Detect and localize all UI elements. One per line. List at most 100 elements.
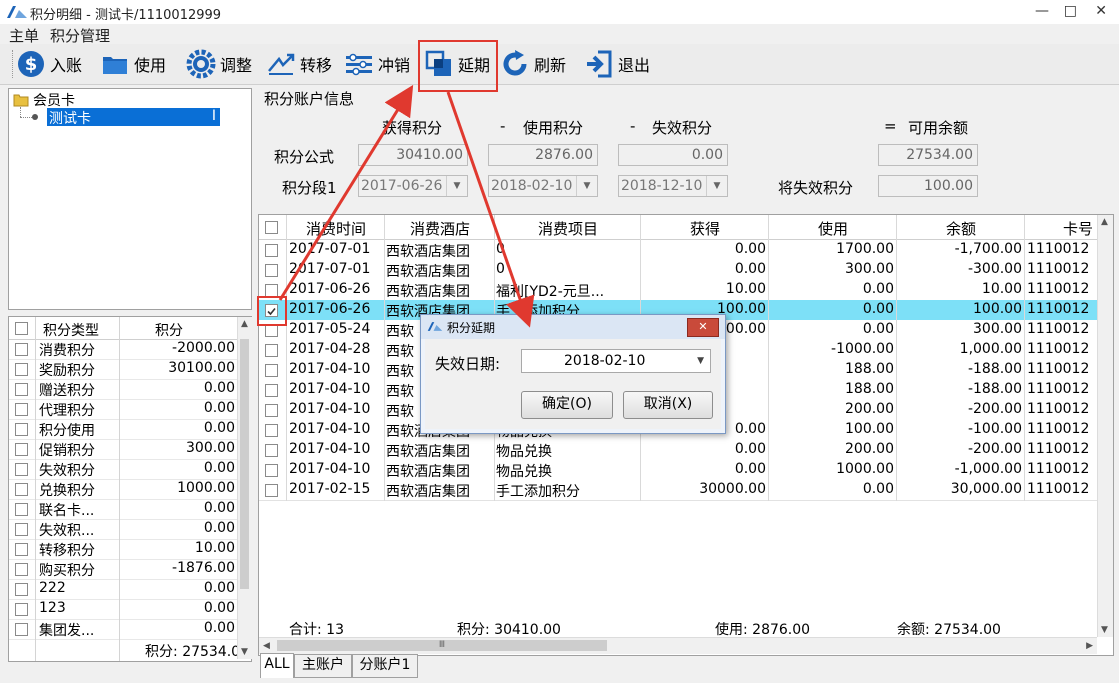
- scroll-thumb[interactable]: [240, 339, 249, 589]
- exit-button[interactable]: 退出: [584, 48, 650, 80]
- segment-end-select[interactable]: 2018-12-10 ▼: [618, 175, 728, 197]
- points-type-row[interactable]: 联名卡... 0.00: [9, 499, 237, 520]
- scroll-left-icon[interactable]: ◀: [263, 641, 270, 651]
- transfer-points-button[interactable]: 转移: [266, 48, 332, 80]
- annotation-checkbox-highlight: [257, 296, 287, 326]
- tab-main-account[interactable]: 主账户: [294, 654, 352, 678]
- chevron-down-icon[interactable]: ▼: [697, 350, 704, 372]
- row-checkbox[interactable]: [15, 383, 28, 396]
- points-type-row[interactable]: 集团发... 0.00: [9, 619, 237, 640]
- row-checkbox[interactable]: [265, 424, 278, 437]
- points-type-row[interactable]: 222 0.00: [9, 579, 237, 600]
- scroll-right-icon[interactable]: ▶: [1086, 641, 1093, 651]
- row-checkbox[interactable]: [265, 464, 278, 477]
- minimize-button[interactable]: —: [1035, 3, 1049, 19]
- post-points-button[interactable]: $ 入账: [16, 48, 82, 80]
- tab-all[interactable]: ALL: [260, 653, 294, 678]
- row-checkbox[interactable]: [15, 363, 28, 376]
- chevron-down-icon[interactable]: ▼: [576, 176, 597, 196]
- points-type-row[interactable]: 积分使用 0.00: [9, 419, 237, 440]
- points-type-row[interactable]: 消费积分 -2000.00: [9, 339, 237, 360]
- points-type-row[interactable]: 失效积... 0.00: [9, 519, 237, 540]
- grid-select-all-checkbox[interactable]: [265, 221, 278, 234]
- scroll-up-icon[interactable]: ▲: [241, 319, 248, 329]
- row-checkbox[interactable]: [15, 403, 28, 416]
- col-item[interactable]: 消费项目: [495, 218, 641, 239]
- chevron-down-icon[interactable]: ▼: [706, 176, 727, 196]
- points-type-row[interactable]: 促销积分 300.00: [9, 439, 237, 460]
- grid-vertical-scrollbar[interactable]: ▲ ▼: [1097, 215, 1113, 637]
- scroll-down-icon[interactable]: ▼: [1101, 625, 1108, 635]
- row-checkbox[interactable]: [265, 484, 278, 497]
- points-type-row[interactable]: 代理积分 0.00: [9, 399, 237, 420]
- offset-points-button[interactable]: 冲销: [344, 48, 410, 80]
- dialog-title-bar: 积分延期 ✕: [421, 315, 725, 339]
- chevron-down-icon[interactable]: ▼: [446, 176, 467, 196]
- points-types-scrollbar[interactable]: ▲ ▼: [237, 317, 252, 659]
- row-checkbox[interactable]: [15, 603, 28, 616]
- row-checkbox[interactable]: [265, 264, 278, 277]
- col-date[interactable]: 消费时间: [287, 218, 385, 239]
- tab-sub-account-1[interactable]: 分账户1: [352, 654, 418, 678]
- points-type-value: -1876.00: [172, 560, 235, 576]
- scroll-down-icon[interactable]: ▼: [241, 647, 248, 657]
- tree-node-test-card[interactable]: 测试卡 I: [47, 108, 220, 127]
- dialog-close-button[interactable]: ✕: [687, 318, 719, 337]
- expiry-date-select[interactable]: 2018-02-10 ▼: [521, 349, 711, 373]
- row-checkbox[interactable]: [15, 583, 28, 596]
- folder-icon: [13, 94, 29, 107]
- col-card-no[interactable]: 卡号: [1025, 218, 1097, 239]
- close-window-button[interactable]: ✕: [1095, 3, 1107, 19]
- points-type-row[interactable]: 购买积分 -1876.00: [9, 559, 237, 580]
- points-type-row[interactable]: 转移积分 10.00: [9, 539, 237, 560]
- points-type-row[interactable]: 123 0.00: [9, 599, 237, 620]
- row-checkbox[interactable]: [15, 423, 28, 436]
- row-checkbox[interactable]: [265, 244, 278, 257]
- row-checkbox[interactable]: [265, 444, 278, 457]
- col-hotel[interactable]: 消费酒店: [385, 218, 495, 239]
- cell-card-no: 1110012: [1027, 341, 1090, 357]
- grid-horizontal-scrollbar[interactable]: ◀ Ⅲ ▶: [259, 637, 1097, 654]
- points-type-name: 222: [39, 580, 66, 596]
- cancel-button[interactable]: 取消(X): [623, 391, 713, 419]
- minus-sign-1: -: [500, 117, 506, 135]
- points-type-row[interactable]: 奖励积分 30100.00: [9, 359, 237, 380]
- row-checkbox[interactable]: [15, 503, 28, 516]
- select-all-checkbox[interactable]: [15, 322, 28, 335]
- exit-icon: [587, 50, 612, 78]
- row-checkbox[interactable]: [15, 623, 28, 636]
- row-checkbox[interactable]: [265, 344, 278, 357]
- segment-start-select[interactable]: 2017-06-26 ▼: [358, 175, 468, 197]
- row-checkbox[interactable]: [15, 463, 28, 476]
- row-checkbox[interactable]: [15, 443, 28, 456]
- col-earned[interactable]: 获得: [641, 218, 769, 239]
- row-checkbox[interactable]: [15, 563, 28, 576]
- cell-earned: 0.00: [734, 461, 766, 477]
- points-type-name: 失效积分: [39, 463, 95, 479]
- points-type-row[interactable]: 失效积分 0.00: [9, 459, 237, 480]
- row-checkbox[interactable]: [265, 404, 278, 417]
- segment-mid-select[interactable]: 2018-02-10 ▼: [488, 175, 598, 197]
- tree-root-member-card[interactable]: 会员卡: [13, 91, 75, 109]
- row-checkbox[interactable]: [15, 483, 28, 496]
- cell-date: 2017-04-10: [289, 401, 371, 417]
- scroll-up-icon[interactable]: ▲: [1101, 217, 1108, 227]
- points-type-row[interactable]: 赠送积分 0.00: [9, 379, 237, 400]
- maximize-button[interactable]: □: [1064, 3, 1077, 19]
- row-checkbox[interactable]: [15, 343, 28, 356]
- horizontal-scroll-thumb[interactable]: Ⅲ: [277, 640, 607, 651]
- row-checkbox[interactable]: [265, 364, 278, 377]
- row-checkbox[interactable]: [15, 543, 28, 556]
- row-checkbox[interactable]: [265, 384, 278, 397]
- col-balance[interactable]: 余额: [897, 218, 1025, 239]
- points-type-row[interactable]: 兑换积分 1000.00: [9, 479, 237, 500]
- refresh-button[interactable]: 刷新: [500, 48, 566, 80]
- col-used[interactable]: 使用: [769, 218, 897, 239]
- cell-card-no: 1110012: [1027, 481, 1090, 497]
- menu-main[interactable]: 主单: [9, 25, 39, 46]
- use-points-button[interactable]: 使用: [100, 48, 166, 80]
- row-checkbox[interactable]: [15, 523, 28, 536]
- adjust-points-button[interactable]: 调整: [186, 48, 252, 80]
- ok-button[interactable]: 确定(O): [521, 391, 613, 419]
- menu-points-management[interactable]: 积分管理: [50, 25, 110, 46]
